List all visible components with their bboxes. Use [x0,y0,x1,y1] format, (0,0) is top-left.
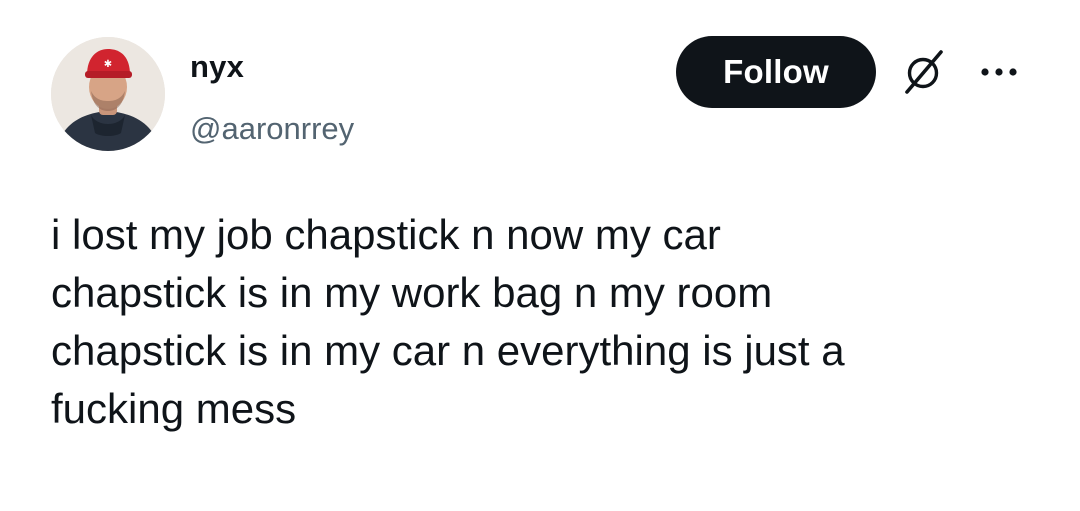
avatar[interactable]: ✱ [51,37,165,151]
grok-icon[interactable] [897,46,949,98]
more-dots-glyph [981,68,1017,76]
more-icon[interactable] [977,58,1021,86]
follow-button[interactable]: Follow [676,36,876,108]
user-handle[interactable]: @aaronrrey [190,112,354,146]
display-name[interactable]: nyx [190,50,244,84]
svg-text:✱: ✱ [104,59,112,70]
tweet-text: i lost my job chapstick n now my car cha… [51,211,845,432]
grok-icon-glyph [905,50,943,94]
avatar-photo: ✱ [51,37,165,151]
